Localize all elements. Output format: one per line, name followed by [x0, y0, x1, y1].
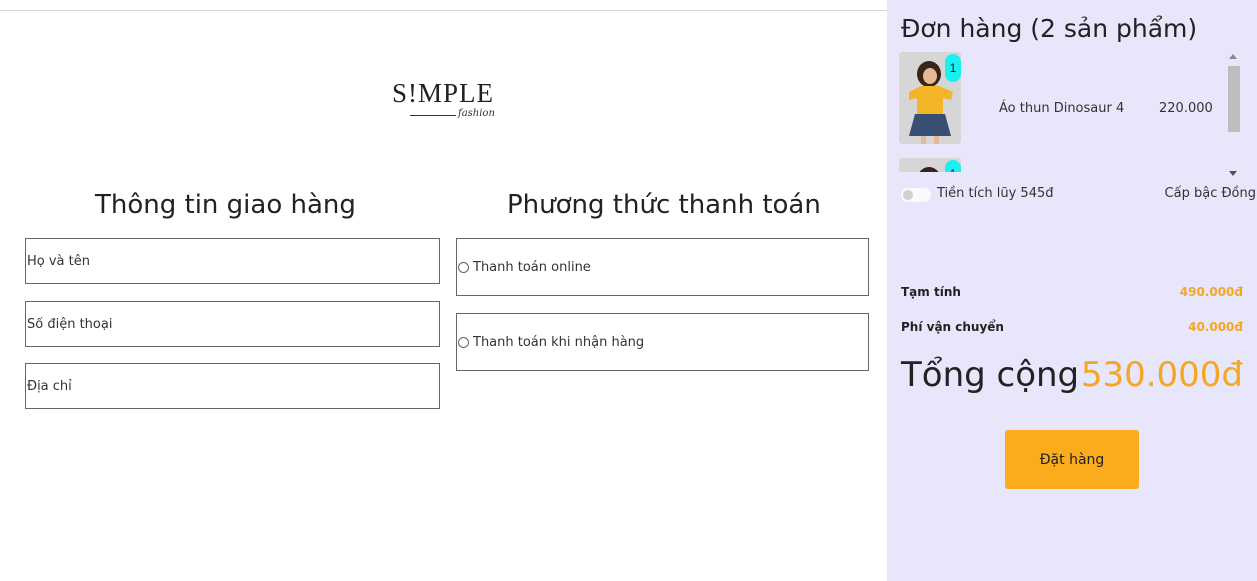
payment-online-label: Thanh toán online [473, 259, 591, 275]
total-label: Tổng cộng [901, 355, 1080, 395]
radio-online[interactable] [458, 261, 469, 273]
order-items-list[interactable]: 1 Áo thun Dinosaur 4 220.000 1 [899, 52, 1229, 172]
order-item: 1 Áo thun Dinosaur 4 220.000 [899, 52, 1229, 144]
order-title: Đơn hàng (2 sản phẩm) [901, 14, 1198, 43]
payment-option-cod[interactable]: Thanh toán khi nhận hàng [456, 313, 869, 371]
toggle-knob [903, 190, 913, 200]
phone-field[interactable] [25, 301, 440, 347]
order-item: 1 [899, 158, 1229, 172]
logo-underline [410, 115, 456, 116]
total-value: 530.000đ [1080, 355, 1243, 395]
place-order-button[interactable]: Đặt hàng [1005, 430, 1139, 489]
fullname-field[interactable] [25, 238, 440, 284]
items-scrollbar[interactable] [1225, 52, 1243, 176]
quantity-badge: 1 [945, 54, 961, 82]
subtotal-value: 490.000đ [1179, 285, 1243, 299]
item-price: 220.000 [1159, 101, 1213, 116]
loyalty-points-label: Tiền tích lũy 545đ [937, 186, 1054, 201]
payment-cod-label: Thanh toán khi nhận hàng [473, 334, 645, 350]
brand-logo[interactable]: S!MPLE fashion [392, 78, 512, 128]
loyalty-toggle[interactable] [901, 188, 931, 202]
address-input[interactable] [26, 364, 439, 408]
brand-tagline: fashion [458, 108, 495, 119]
fullname-input[interactable] [26, 239, 439, 283]
shipping-title: Thông tin giao hàng [95, 190, 356, 220]
scroll-up-arrow-icon[interactable] [1229, 54, 1237, 59]
payment-title: Phương thức thanh toán [507, 190, 821, 220]
phone-input[interactable] [26, 302, 439, 346]
radio-cod[interactable] [458, 336, 469, 348]
subtotal-label: Tạm tính [901, 285, 961, 299]
order-summary-panel: Đơn hàng (2 sản phẩm) 1 Áo thun Dinosaur… [887, 0, 1257, 581]
brand-name: S!MPLE [392, 78, 495, 108]
quantity-badge: 1 [945, 160, 961, 172]
scroll-down-arrow-icon[interactable] [1229, 171, 1237, 176]
top-divider [0, 10, 887, 11]
scroll-thumb[interactable] [1228, 66, 1240, 132]
shipping-fee-value: 40.000đ [1188, 320, 1243, 334]
payment-option-online[interactable]: Thanh toán online [456, 238, 869, 296]
address-field[interactable] [25, 363, 440, 409]
item-name: Áo thun Dinosaur 4 [999, 101, 1125, 116]
membership-tier-label: Cấp bậc Đồng [1164, 186, 1256, 201]
shipping-fee-label: Phí vận chuyển [901, 320, 1004, 334]
